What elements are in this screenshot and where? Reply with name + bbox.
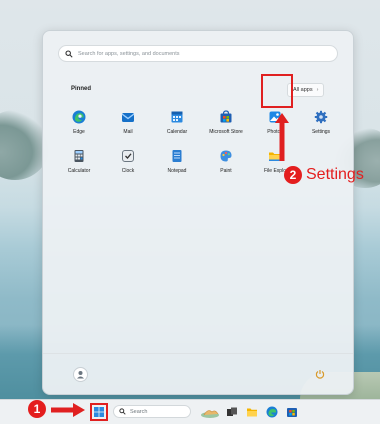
arrow-up-icon <box>275 113 289 161</box>
app-label: Notepad <box>167 168 187 174</box>
all-apps-label: All apps <box>293 87 313 93</box>
store-icon[interactable] <box>286 406 298 418</box>
calculator-icon <box>74 150 84 162</box>
pinned-app-microsoft-store[interactable]: Microsoft Store <box>208 105 244 141</box>
start-footer-divider <box>43 353 353 354</box>
power-icon[interactable] <box>315 369 325 379</box>
app-label: Calculator <box>67 168 91 174</box>
start-menu: Search for apps, settings, and documents… <box>42 30 354 395</box>
store-icon <box>220 110 232 123</box>
pinned-app-edge[interactable]: Edge <box>61 105 97 141</box>
search-placeholder: Search for apps, settings, and documents <box>78 50 180 57</box>
edge-icon[interactable] <box>266 406 278 418</box>
pinned-app-clock[interactable]: Clock <box>110 144 146 180</box>
chevron-right-icon: › <box>316 87 319 93</box>
pinned-app-settings[interactable]: Settings <box>303 105 339 141</box>
start-button[interactable] <box>90 403 108 421</box>
pinned-app-mail[interactable]: Mail <box>110 105 146 141</box>
pinned-app-calendar[interactable]: Calendar <box>159 105 195 141</box>
arrow-right-icon <box>51 403 85 417</box>
step-2-label: Settings <box>306 166 364 183</box>
app-label: Paint <box>220 168 232 174</box>
taskbar-search-box[interactable]: Search <box>113 405 191 418</box>
app-label: Clock <box>121 168 135 174</box>
search-icon <box>65 49 73 58</box>
user-icon <box>77 371 84 379</box>
widgets-icon[interactable] <box>200 406 220 418</box>
user-avatar[interactable] <box>73 367 88 382</box>
windows-logo-icon <box>94 407 104 417</box>
search-icon <box>119 408 126 415</box>
start-search-input[interactable]: Search for apps, settings, and documents <box>58 45 338 62</box>
paint-icon <box>220 150 232 162</box>
folder-icon[interactable] <box>246 406 258 418</box>
mail-icon <box>121 113 135 122</box>
clock-icon <box>122 150 134 162</box>
step-1-badge: 1 <box>28 400 46 418</box>
app-label: Settings <box>311 129 331 135</box>
pinned-app-notepad[interactable]: Notepad <box>159 144 195 180</box>
pinned-app-paint[interactable]: Paint <box>208 144 244 180</box>
step-2-badge: 2 <box>284 166 302 184</box>
edge-icon <box>72 110 86 124</box>
calendar-icon <box>171 111 183 123</box>
gear-icon <box>314 110 328 124</box>
notepad-icon <box>172 150 182 162</box>
app-label: Mail <box>123 129 133 135</box>
taskbar-search-label: Search <box>130 408 148 415</box>
task-view-icon[interactable] <box>226 406 238 418</box>
app-label: Microsoft Store <box>209 129 243 135</box>
pinned-heading: Pinned <box>71 86 92 92</box>
app-label: Calendar <box>166 129 188 135</box>
settings-highlight-box <box>261 74 293 108</box>
pinned-app-calculator[interactable]: Calculator <box>61 144 97 180</box>
app-label: File Explo <box>264 168 286 174</box>
app-label: Edge <box>73 129 85 135</box>
